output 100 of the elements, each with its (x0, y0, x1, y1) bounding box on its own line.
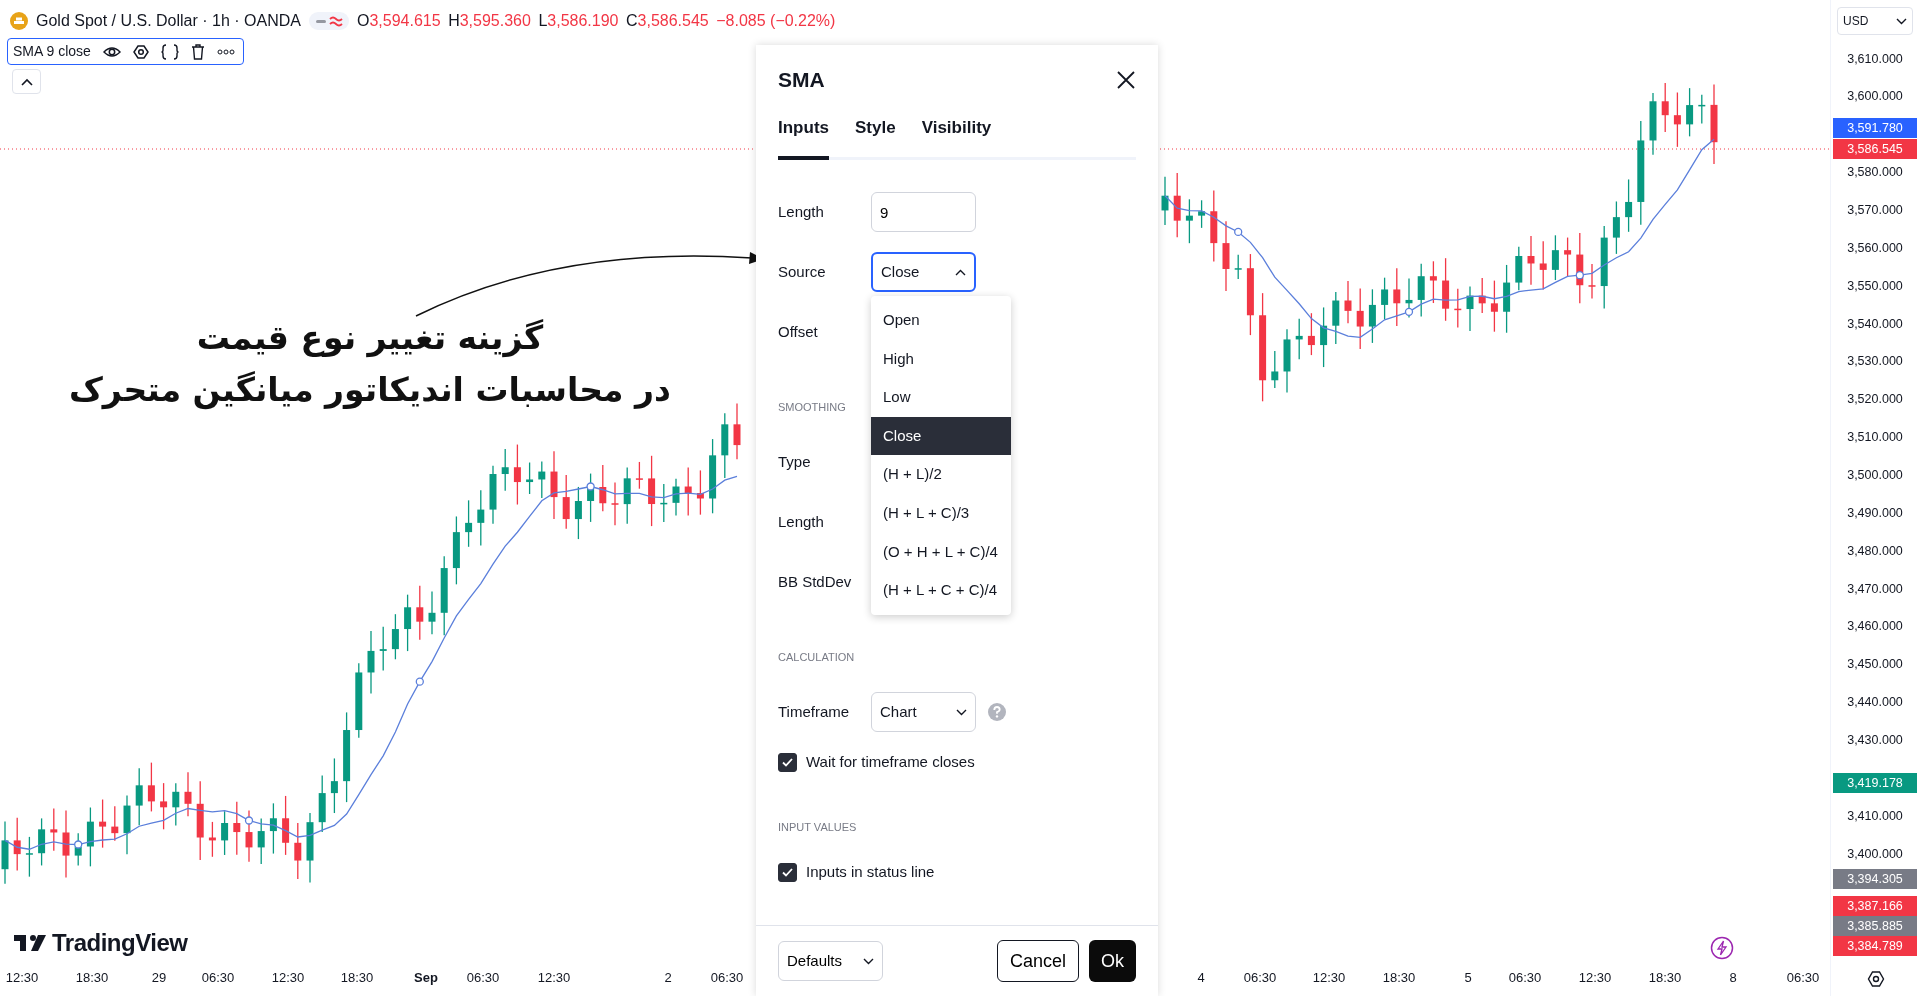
menu-item[interactable]: Low (871, 378, 1011, 417)
candle (1539, 240, 1547, 291)
eye-icon[interactable] (102, 44, 121, 59)
candle (1320, 306, 1328, 368)
candle (1551, 234, 1559, 281)
select-field[interactable]: Close (871, 252, 976, 292)
ohlc-value: H3,595.360 (448, 11, 531, 31)
price-tag: 3,586.545 (1833, 139, 1917, 159)
candle (1417, 263, 1425, 318)
lightning-icon[interactable] (1710, 936, 1734, 960)
candle (1283, 328, 1291, 394)
section-heading: SMOOTHING (778, 399, 846, 415)
candle (1393, 267, 1401, 327)
candle (86, 806, 94, 867)
braces-icon[interactable] (160, 43, 179, 60)
time-label: 06:30 (710, 969, 744, 987)
candle (489, 465, 497, 525)
checkbox-label: Wait for timeframe closes (806, 751, 975, 772)
candle (574, 486, 582, 540)
cancel-button[interactable]: Cancel (996, 940, 1079, 982)
candle (1612, 200, 1620, 255)
coin-icon (10, 12, 28, 30)
menu-item[interactable]: Close (871, 416, 1011, 456)
checkbox[interactable] (778, 752, 797, 772)
candle (538, 460, 546, 499)
symbol-title: Gold Spot / U.S. Dollar · 1h · OANDA (36, 11, 301, 31)
indicator-title: SMA 9 close (13, 42, 91, 61)
candle (1271, 350, 1279, 389)
currency-dropdown[interactable]: USD (1837, 7, 1913, 35)
candle (147, 761, 155, 813)
dialog-tab[interactable]: Visibility (921, 115, 992, 160)
checkbox-label: Inputs in status line (806, 861, 935, 882)
candle (1344, 280, 1352, 324)
candle (1564, 236, 1572, 278)
candle (62, 809, 70, 879)
wave-icon (329, 15, 343, 27)
candle (1295, 318, 1303, 360)
candle (1234, 254, 1242, 280)
section-heading: CALCULATION (778, 649, 855, 665)
price-label: 3,450.000 (1846, 656, 1904, 674)
select-field[interactable]: Chart (871, 692, 976, 732)
candle (13, 817, 21, 872)
settings-icon[interactable] (1867, 970, 1885, 988)
field-label: Source (778, 261, 827, 282)
time-label: Sep (414, 969, 438, 987)
candle (648, 455, 656, 527)
price-label: 3,440.000 (1846, 694, 1904, 712)
time-label: 12:30 (1312, 969, 1346, 987)
candle (1185, 198, 1193, 244)
price-label: 3,470.000 (1846, 580, 1904, 598)
collapse-button[interactable] (12, 69, 41, 94)
time-label: 8 (1729, 969, 1737, 987)
dialog-tab[interactable]: Style (855, 115, 896, 160)
candle (1332, 291, 1340, 345)
menu-item[interactable]: (H + L + C + C)/4 (871, 571, 1011, 610)
candle (599, 464, 607, 512)
price-tag: 3,385.885 (1833, 916, 1917, 936)
price-label: 3,430.000 (1846, 732, 1904, 749)
candle (1173, 172, 1181, 238)
menu-item[interactable]: High (871, 339, 1011, 379)
field-label: Offset (778, 321, 819, 342)
menu-item[interactable]: (O + H + L + C)/4 (871, 532, 1011, 572)
candle (172, 782, 180, 827)
defaults-dropdown[interactable]: Defaults (778, 941, 883, 981)
price-label: 3,550.000 (1846, 277, 1904, 295)
chevron-up-icon (955, 268, 966, 276)
close-icon (1116, 70, 1136, 90)
trash-icon[interactable] (190, 43, 205, 60)
annotation-text: گزینه تغییر نوع قیمت (195, 317, 545, 360)
candle (50, 807, 58, 852)
indicator-legend[interactable]: SMA 9 close (7, 38, 244, 65)
candle (221, 810, 229, 856)
candle (623, 466, 631, 525)
candle (1429, 260, 1437, 304)
time-label: 12:30 (537, 969, 571, 987)
candle (1368, 288, 1376, 344)
time-label: 12:30 (1578, 969, 1612, 987)
candle (367, 630, 375, 695)
candle (1, 820, 9, 885)
dialog-tab[interactable]: Inputs (778, 115, 829, 160)
chevron-down-icon (863, 957, 874, 965)
checkmark-icon (782, 867, 793, 877)
candle (257, 817, 265, 865)
price-label: 3,530.000 (1846, 353, 1904, 371)
number-field[interactable]: 9 (871, 192, 976, 232)
checkbox[interactable] (778, 862, 797, 882)
more-icon[interactable] (216, 48, 235, 55)
field-label: Type (778, 451, 812, 472)
candle (404, 594, 412, 652)
menu-item[interactable]: Open (871, 301, 1011, 340)
candle (635, 461, 643, 490)
candle (233, 801, 241, 856)
settings-icon[interactable] (132, 43, 149, 60)
candle (1527, 235, 1535, 286)
menu-item[interactable]: (H + L + C)/3 (871, 493, 1011, 533)
close-button[interactable] (1116, 70, 1136, 90)
ok-button[interactable]: Ok (1089, 940, 1136, 982)
menu-item[interactable]: (H + L)/2 (871, 455, 1011, 494)
candle (391, 613, 399, 660)
time-label: 18:30 (75, 969, 109, 987)
